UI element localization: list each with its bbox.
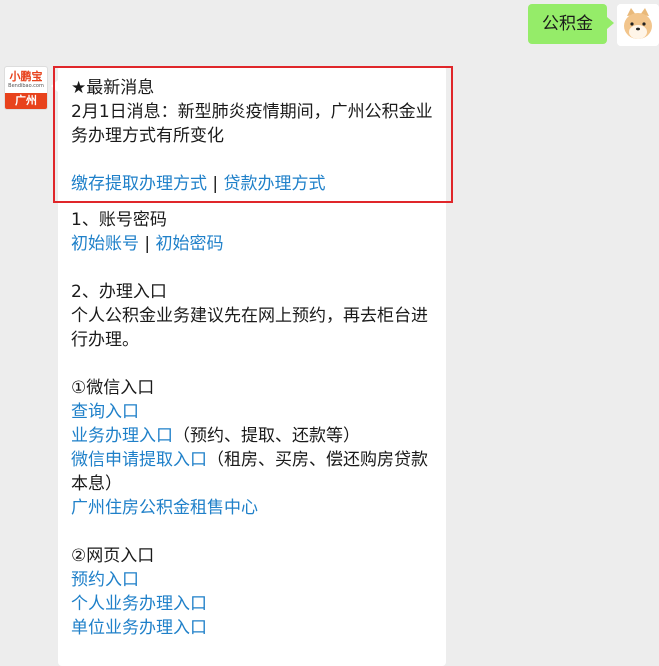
business-note: （预约、提取、还款等） bbox=[173, 426, 360, 446]
section2-title: 2、办理入口 bbox=[71, 282, 167, 302]
rental-center-link[interactable]: 广州住房公积金租售中心 bbox=[71, 498, 258, 518]
news-text: 2月1日消息：新型肺炎疫情期间，广州公积金业务办理方式有所变化 bbox=[71, 102, 433, 146]
wechat-withdraw-link[interactable]: 微信申请提取入口 bbox=[71, 450, 207, 470]
wechat-title: ①微信入口 bbox=[71, 378, 155, 398]
web-title: ②网页入口 bbox=[71, 546, 155, 566]
shiba-avatar-icon bbox=[617, 4, 659, 46]
deposit-withdraw-link[interactable]: 缴存提取办理方式 bbox=[71, 174, 207, 194]
user-avatar[interactable] bbox=[617, 4, 659, 46]
news-heading: ★最新消息 bbox=[71, 78, 155, 98]
user-message-bubble: 公积金 bbox=[528, 4, 614, 44]
unit-business-link[interactable]: 单位业务办理入口 bbox=[71, 618, 207, 638]
brand-city: 广州 bbox=[5, 93, 47, 109]
initial-account-link[interactable]: 初始账号 bbox=[71, 234, 139, 254]
loan-link[interactable]: 贷款办理方式 bbox=[224, 174, 326, 194]
personal-business-link[interactable]: 个人业务办理入口 bbox=[71, 594, 207, 614]
news-links: 缴存提取办理方式 | 贷款办理方式 bbox=[71, 172, 441, 196]
section1-links: 初始账号 | 初始密码 bbox=[71, 232, 441, 256]
brand-domain: Bendibao.com bbox=[8, 83, 44, 89]
user-message-text: 公积金 bbox=[542, 14, 593, 34]
link-separator: | bbox=[207, 174, 224, 194]
initial-password-link[interactable]: 初始密码 bbox=[156, 234, 224, 254]
section1-title: 1、账号密码 bbox=[71, 210, 167, 230]
bot-message-content: ★最新消息 2月1日消息：新型肺炎疫情期间，广州公积金业务办理方式有所变化 缴存… bbox=[71, 76, 441, 640]
link-separator: | bbox=[139, 234, 156, 254]
query-link[interactable]: 查询入口 bbox=[71, 402, 139, 422]
appointment-link[interactable]: 预约入口 bbox=[71, 570, 139, 590]
bot-avatar[interactable]: 小鹏宝 Bendibao.com 广州 bbox=[4, 66, 48, 110]
section2-desc: 个人公积金业务建议先在网上预约，再去柜台进行办理。 bbox=[71, 306, 428, 350]
business-link[interactable]: 业务办理入口 bbox=[71, 426, 173, 446]
